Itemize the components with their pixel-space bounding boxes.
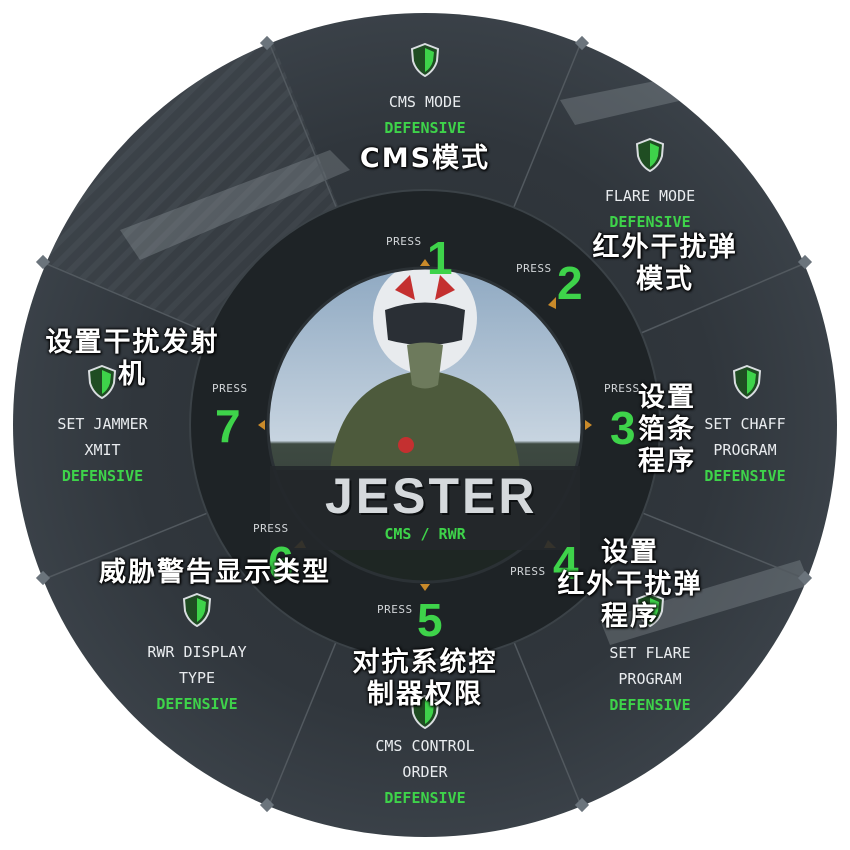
option-label: TYPE bbox=[178, 669, 216, 687]
option-label: SET JAMMER bbox=[57, 415, 148, 433]
press-label: PRESS bbox=[386, 235, 422, 248]
menu-option-flare-mode[interactable]: FLARE MODE DEFENSIVE PRESS 2 红外干扰弹 模式 bbox=[500, 130, 780, 310]
option-label: PROGRAM bbox=[618, 670, 682, 688]
menu-option-set-chaff-program[interactable]: SET CHAFF PROGRAM DEFENSIVE PRESS 3 设置 箔… bbox=[600, 360, 810, 500]
menu-option-rwr-display-type[interactable]: PRESS 6 威胁警告显示类型 RWR DISPLAY TYPE DEFENS… bbox=[60, 515, 370, 720]
translation-overlay: 设置 箔条 程序 bbox=[638, 382, 696, 477]
shield-icon bbox=[635, 138, 665, 172]
shield-icon bbox=[87, 365, 117, 399]
option-value: DEFENSIVE bbox=[609, 696, 691, 714]
option-value: DEFENSIVE bbox=[156, 695, 238, 713]
press-label: PRESS bbox=[212, 382, 248, 395]
option-label: CMS MODE bbox=[388, 93, 462, 111]
option-label: ORDER bbox=[402, 763, 448, 781]
translation-overlay: 威胁警告显示类型 bbox=[99, 557, 331, 588]
translation-overlay: 设置 红外干扰弹 程序 bbox=[557, 537, 703, 632]
hotkey-number: 7 bbox=[215, 400, 241, 452]
hotkey-number: 1 bbox=[427, 232, 453, 284]
press-label: PRESS bbox=[516, 262, 552, 275]
press-label: PRESS bbox=[377, 603, 413, 616]
option-label: CMS CONTROL bbox=[375, 737, 475, 755]
shield-icon bbox=[182, 593, 212, 627]
shield-icon bbox=[410, 43, 440, 77]
translation-overlay: 红外干扰弹 模式 bbox=[592, 232, 738, 295]
option-label: FLARE MODE bbox=[604, 187, 696, 205]
option-label: SET FLARE bbox=[609, 644, 691, 662]
hotkey-number: 5 bbox=[417, 594, 443, 646]
menu-option-set-jammer-xmit[interactable]: 设置干扰发射 机 SET JAMMER XMIT DEFENSIVE PRESS… bbox=[15, 325, 270, 500]
option-label: XMIT bbox=[84, 441, 121, 459]
option-value: DEFENSIVE bbox=[384, 789, 466, 807]
option-label: RWR DISPLAY bbox=[147, 643, 247, 661]
option-value: DEFENSIVE bbox=[61, 467, 144, 485]
shield-icon bbox=[732, 365, 762, 399]
press-label: PRESS bbox=[253, 522, 289, 535]
